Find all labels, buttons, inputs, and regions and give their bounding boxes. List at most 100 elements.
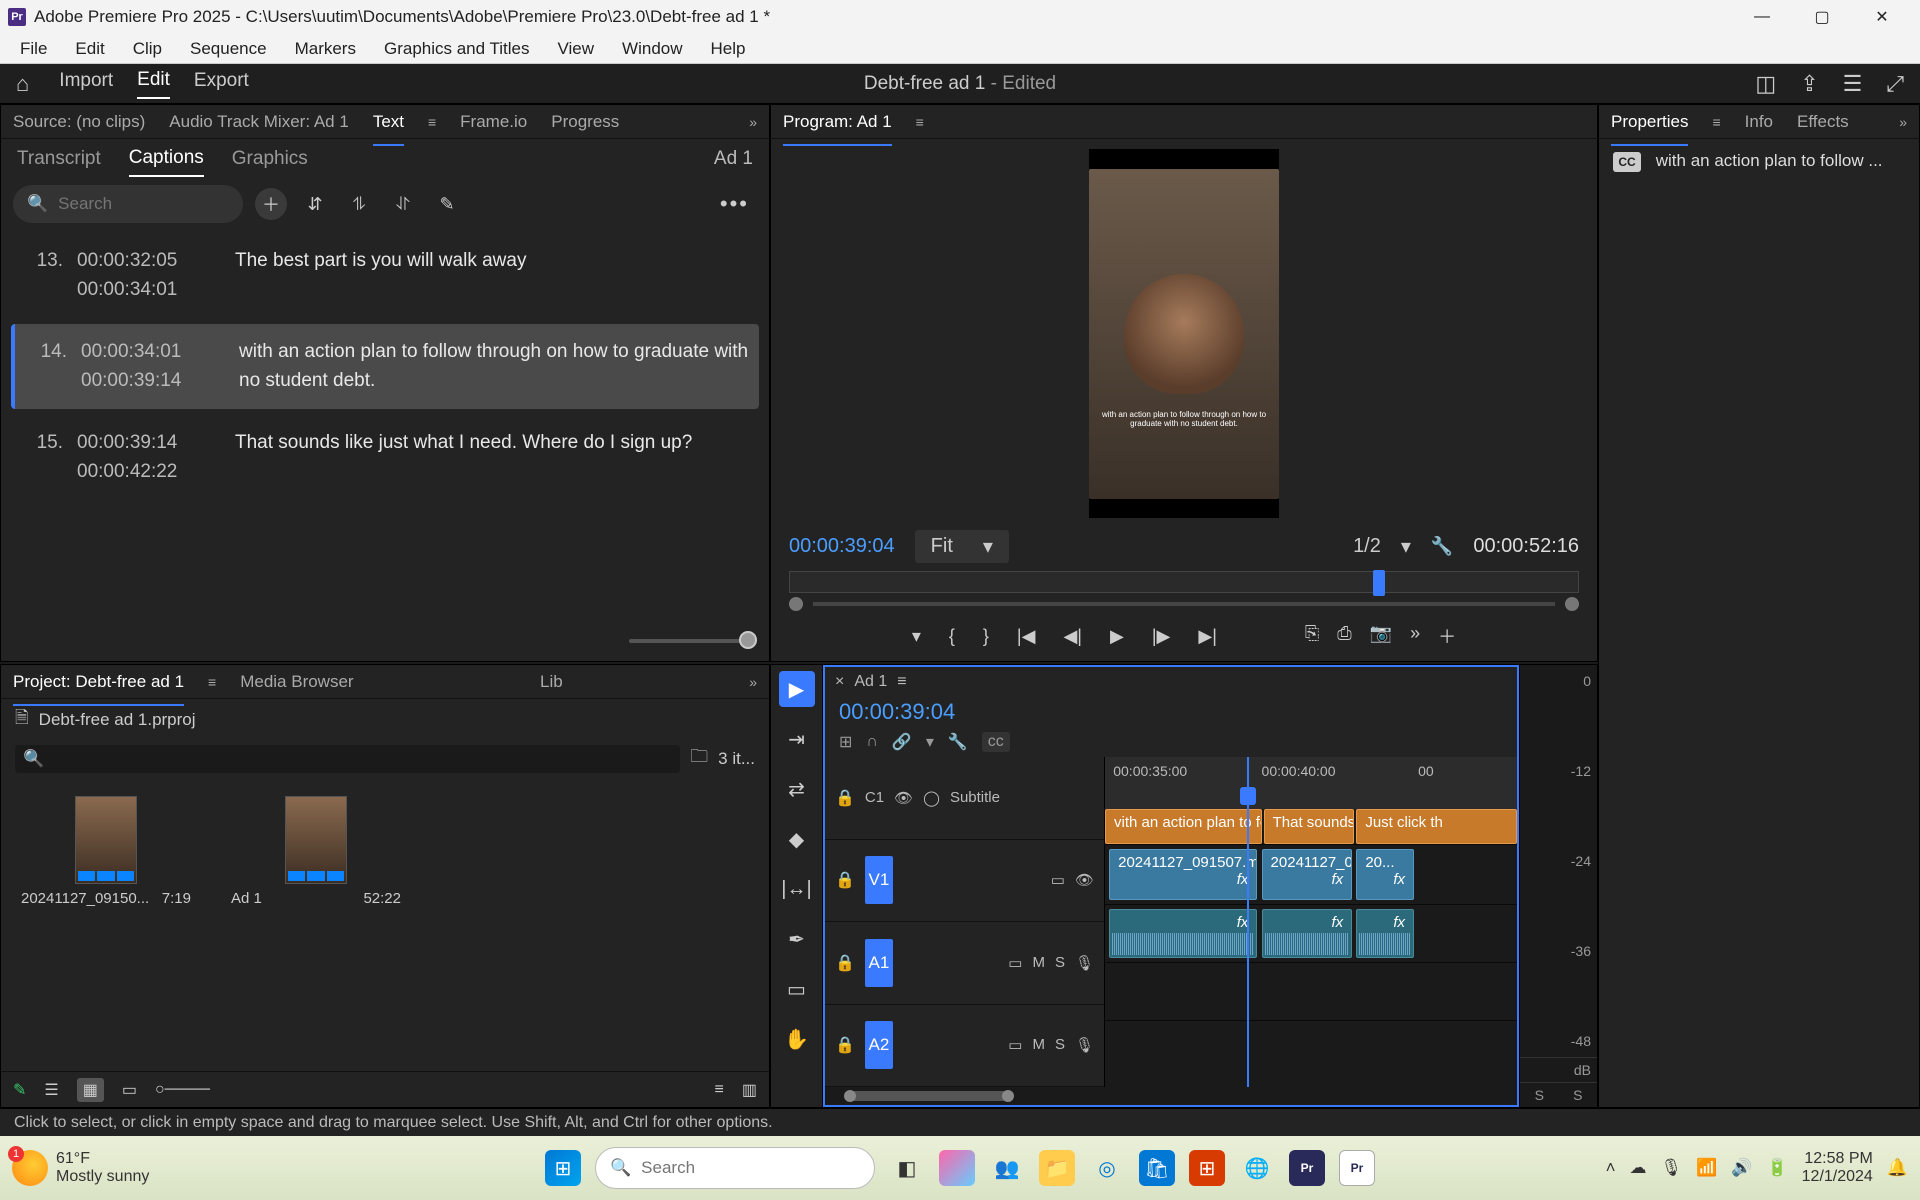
tab-properties[interactable]: Properties (1611, 106, 1688, 138)
icon-view-icon[interactable]: ▦ (77, 1078, 104, 1102)
workspace-edit-tab[interactable]: Edit (137, 69, 170, 99)
caption-item[interactable]: 15.00:00:39:1400:00:42:22That sounds lik… (11, 415, 759, 500)
tab-frameio[interactable]: Frame.io (460, 106, 527, 138)
tray-volume-icon[interactable]: 🔊 (1731, 1158, 1752, 1178)
mark-in-button[interactable]: { (949, 626, 955, 647)
program-ruler[interactable] (789, 571, 1579, 593)
v1-track[interactable]: 20241127_091507.mp4 [V] [...fx20241127_0… (1105, 845, 1517, 905)
workspace-export-tab[interactable]: Export (194, 70, 249, 98)
caption-zoom-slider[interactable] (629, 639, 749, 643)
tab-text[interactable]: Text (373, 106, 404, 138)
quick-menu-icon[interactable]: ☰ (1843, 71, 1863, 97)
caption-more-icon[interactable]: ••• (720, 191, 749, 217)
merge-down-button[interactable]: ⥯ (387, 188, 419, 220)
premiere-icon[interactable]: Pr (1339, 1150, 1375, 1186)
solo-button[interactable]: S (1055, 1036, 1065, 1054)
task-view-icon[interactable]: ◧ (889, 1150, 925, 1186)
button-editor-icon[interactable]: ＋ (1438, 623, 1456, 649)
menu-file[interactable]: File (6, 35, 61, 63)
a2-track-badge[interactable]: A2 (865, 1021, 893, 1069)
step-forward-button[interactable]: |▶ (1152, 626, 1171, 647)
program-zoom-bar[interactable] (813, 602, 1555, 606)
program-video-area[interactable]: with an action plan to follow through on… (1089, 149, 1279, 518)
program-settings-icon[interactable]: 🔧 (1431, 536, 1453, 557)
taskbar-search-input[interactable] (641, 1158, 862, 1178)
tab-program[interactable]: Program: Ad 1 (783, 106, 892, 138)
meter-solo-r[interactable]: S (1573, 1087, 1582, 1103)
window-close-button[interactable]: ✕ (1852, 0, 1912, 34)
subtitle-track[interactable]: vith an action plan to follow t...That s… (1105, 809, 1517, 845)
go-to-in-button[interactable]: |◀ (1017, 626, 1036, 647)
lock-icon[interactable]: 🔒 (835, 953, 855, 973)
audio-clip[interactable]: fx (1109, 909, 1257, 958)
toggle-output-icon[interactable]: 👁 (894, 789, 913, 807)
edge-icon[interactable]: ◎ (1089, 1150, 1125, 1186)
caption-text[interactable]: That sounds like just what I need. Where… (235, 429, 749, 486)
panel-overflow-icon[interactable]: » (749, 114, 757, 130)
tab-effects[interactable]: Effects (1797, 106, 1849, 138)
export-frame-button[interactable]: 📷 (1370, 623, 1392, 649)
toggle-sync-icon[interactable]: ▭ (1008, 954, 1022, 972)
video-clip[interactable]: 20241127_091507.mp4 [V] [...fx (1109, 849, 1257, 900)
video-clip[interactable]: 20241127_0...fx (1262, 849, 1353, 900)
tray-battery-icon[interactable]: 🔋 (1766, 1158, 1787, 1178)
tray-onedrive-icon[interactable]: ☁ (1630, 1158, 1647, 1178)
tray-mic-icon[interactable]: 🎙 (1661, 1158, 1683, 1178)
workspace-import-tab[interactable]: Import (59, 70, 113, 98)
tab-project[interactable]: Project: Debt-free ad 1 (13, 666, 184, 698)
menu-edit[interactable]: Edit (61, 35, 118, 63)
freeform-view-icon[interactable]: ▭ (122, 1080, 137, 1100)
file-explorer-icon[interactable]: 📁 (1039, 1150, 1075, 1186)
project-item[interactable]: Ad 152:22 (231, 796, 401, 907)
lock-icon[interactable]: 🔒 (835, 1035, 855, 1055)
menu-help[interactable]: Help (697, 35, 760, 63)
share-icon[interactable]: ⇪ (1800, 71, 1818, 97)
split-caption-button[interactable]: ⇵ (299, 188, 331, 220)
subtitle-track-badge[interactable]: C1 (865, 789, 884, 806)
subtab-graphics[interactable]: Graphics (232, 142, 308, 176)
window-maximize-button[interactable]: ▢ (1792, 0, 1852, 34)
subtitle-track-header[interactable]: 🔒 C1 👁 ◯ Subtitle (825, 757, 1104, 840)
lift-button[interactable]: ⎘ (1305, 623, 1319, 649)
tab-media-browser[interactable]: Media Browser (240, 666, 353, 698)
tab-progress[interactable]: Progress (551, 106, 619, 138)
subtab-transcript[interactable]: Transcript (17, 142, 101, 176)
sort-icon[interactable]: ≡ (715, 1081, 724, 1099)
menu-window[interactable]: Window (608, 35, 696, 63)
toggle-sync-icon[interactable]: ▭ (1008, 1036, 1022, 1054)
merge-up-button[interactable]: ⥮ (343, 188, 375, 220)
fullscreen-icon[interactable]: ⤢ (1886, 71, 1904, 97)
caption-text[interactable]: with an action plan to follow through on… (239, 338, 749, 395)
menu-markers[interactable]: Markers (281, 35, 370, 63)
voiceover-record-icon[interactable]: 🎙 (1075, 954, 1094, 972)
toggle-output-icon[interactable]: 👁 (1075, 871, 1094, 889)
tab-project-menu-icon[interactable]: ≡ (208, 674, 216, 690)
caption-text[interactable]: The best part is you will walk away (235, 247, 749, 304)
sequence-tab-menu-icon[interactable]: ≡ (897, 673, 906, 691)
menu-clip[interactable]: Clip (119, 35, 176, 63)
list-view-icon[interactable]: ☰ (44, 1080, 58, 1100)
office-icon[interactable]: ⊞ (1189, 1150, 1225, 1186)
lock-icon[interactable]: 🔒 (835, 788, 855, 808)
copilot-taskbar-icon[interactable] (939, 1150, 975, 1186)
tab-info[interactable]: Info (1745, 106, 1773, 138)
subtitle-clip[interactable]: That sounds like ... (1264, 809, 1355, 844)
edit-caption-button[interactable]: ✎ (431, 188, 463, 220)
subtitle-clip[interactable]: vith an action plan to follow t... (1105, 809, 1262, 844)
tab-audio-mixer[interactable]: Audio Track Mixer: Ad 1 (169, 106, 349, 138)
v1-track-badge[interactable]: V1 (865, 856, 893, 904)
program-zoom-select[interactable]: Fit ▾ (915, 530, 1009, 563)
project-overflow-icon[interactable]: » (749, 674, 757, 690)
window-minimize-button[interactable]: — (1732, 0, 1792, 34)
premiere-beta-icon[interactable]: Pr (1289, 1150, 1325, 1186)
subtitle-clip[interactable]: Just click th (1356, 809, 1517, 844)
tray-chevron-icon[interactable]: ˄ (1606, 1158, 1616, 1178)
teams-icon[interactable]: 👥 (989, 1150, 1025, 1186)
mark-out-button[interactable]: } (983, 626, 989, 647)
voiceover-record-icon[interactable]: 🎙 (1075, 1036, 1094, 1054)
selection-tool[interactable]: ▶ (779, 671, 815, 707)
a2-track[interactable] (1105, 963, 1517, 1021)
caption-item[interactable]: 13.00:00:32:0500:00:34:01The best part i… (11, 233, 759, 318)
tab-text-menu-icon[interactable]: ≡ (428, 114, 436, 130)
caption-item[interactable]: 14.00:00:34:0100:00:39:14with an action … (11, 324, 759, 409)
